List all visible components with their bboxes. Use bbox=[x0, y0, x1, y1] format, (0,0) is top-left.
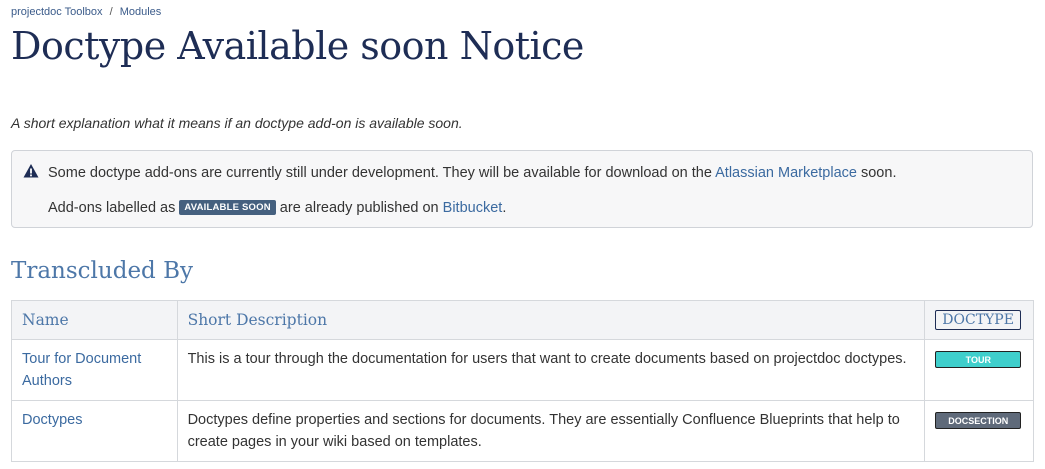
notice-line-1: Some doctype add-ons are currently still… bbox=[48, 165, 896, 181]
row-name-cell: Doctypes bbox=[11, 400, 178, 462]
row-name-cell: Tour for Document Authors bbox=[11, 339, 178, 401]
doctype-chip[interactable]: TOUR bbox=[935, 351, 1022, 368]
notice-text-1b: soon. bbox=[856, 165, 897, 181]
page-title: Doctype Available soon Notice bbox=[11, 24, 584, 68]
page-summary: A short explanation what it means if an … bbox=[11, 115, 463, 131]
column-header-doctype[interactable]: DOCTYPE bbox=[924, 300, 1034, 340]
breadcrumb: projectdoc Toolbox / Modules bbox=[11, 6, 161, 18]
warning-icon bbox=[23, 163, 39, 179]
notice-text-2c: . bbox=[502, 200, 507, 216]
doctype-header-label: DOCTYPE bbox=[935, 310, 1021, 330]
notice-text-2b: are already published on bbox=[275, 200, 443, 216]
availability-notice: Some doctype add-ons are currently still… bbox=[11, 150, 1033, 228]
transcluded-by-table: Name Short Description DOCTYPE Tour for … bbox=[11, 300, 1034, 462]
row-name-link[interactable]: Tour for Document Authors bbox=[22, 351, 141, 389]
row-name-link[interactable]: Doctypes bbox=[22, 412, 82, 428]
row-doctype-cell: DOCSECTION bbox=[924, 400, 1034, 462]
table-row: Doctypes Doctypes define properties and … bbox=[11, 400, 1034, 462]
notice-line-2: Add-ons labelled as AVAILABLE SOON are a… bbox=[48, 200, 506, 216]
available-soon-badge: AVAILABLE SOON bbox=[179, 200, 276, 215]
atlassian-marketplace-link[interactable]: Atlassian Marketplace bbox=[715, 165, 857, 181]
doctype-chip[interactable]: DOCSECTION bbox=[935, 412, 1022, 429]
breadcrumb-separator: / bbox=[109, 6, 113, 18]
breadcrumb-current-link[interactable]: Modules bbox=[120, 6, 162, 18]
section-title-transcluded-by: Transcluded By bbox=[11, 258, 193, 284]
row-doctype-cell: TOUR bbox=[924, 339, 1034, 401]
notice-text-1a: Some doctype add-ons are currently still… bbox=[48, 165, 716, 181]
notice-text-2a: Add-ons labelled as bbox=[48, 200, 180, 216]
column-header-name[interactable]: Name bbox=[11, 300, 178, 340]
table-row: Tour for Document Authors This is a tour… bbox=[11, 339, 1034, 401]
breadcrumb-parent-link[interactable]: projectdoc Toolbox bbox=[11, 6, 103, 18]
row-description-cell: This is a tour through the documentation… bbox=[176, 339, 926, 401]
column-header-description[interactable]: Short Description bbox=[176, 300, 926, 340]
row-description-cell: Doctypes define properties and sections … bbox=[176, 400, 926, 462]
bitbucket-link[interactable]: Bitbucket bbox=[443, 200, 503, 216]
table-header-row: Name Short Description DOCTYPE bbox=[11, 300, 1034, 340]
